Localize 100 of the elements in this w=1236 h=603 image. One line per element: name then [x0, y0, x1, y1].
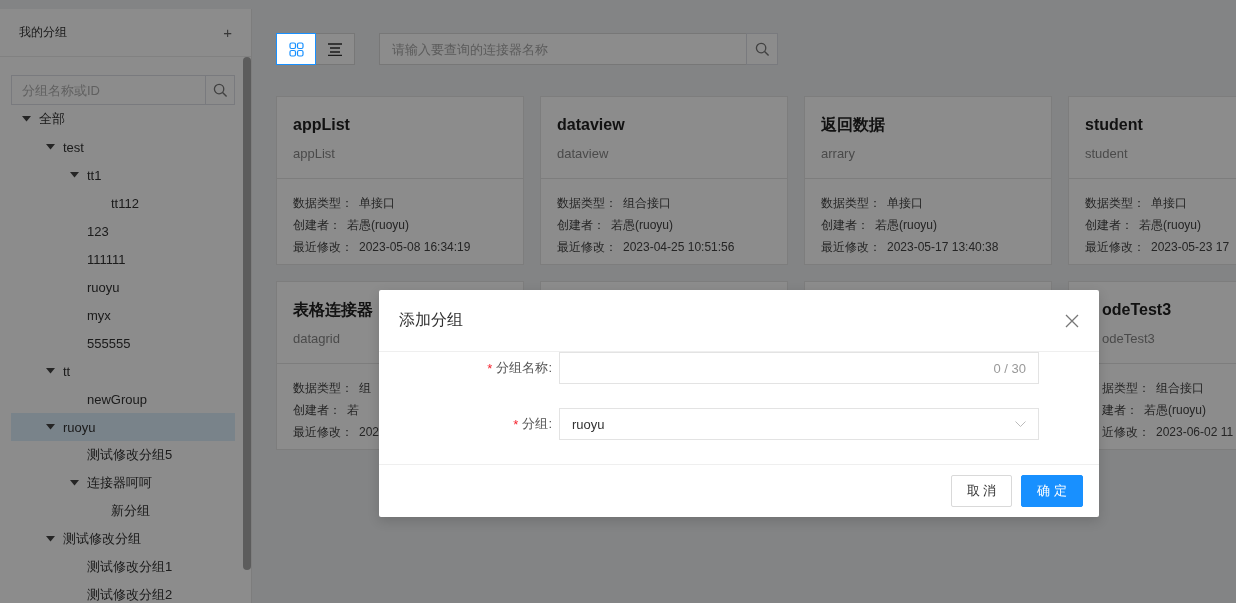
- field-value: 单接口: [359, 194, 395, 212]
- sidebar-title: 我的分组: [19, 24, 67, 41]
- tree-item[interactable]: 测试修改分组5: [11, 441, 235, 469]
- field-value: 2023-05-08 16:34:19: [359, 240, 471, 254]
- tree-item[interactable]: tt: [11, 357, 235, 385]
- field-value: 若愚(ruoyu): [875, 216, 937, 234]
- caret-down-icon[interactable]: [69, 172, 79, 178]
- caret-down-icon[interactable]: [45, 536, 55, 542]
- dialog-title: 添加分组: [399, 310, 463, 330]
- field-value: 2023-05-17 13:40:38: [887, 240, 999, 254]
- field-label: 据类型：: [1102, 379, 1150, 397]
- field-label: 数据类型：: [293, 379, 353, 397]
- confirm-button[interactable]: 确 定: [1021, 475, 1083, 507]
- tree-item[interactable]: 新分组: [11, 497, 235, 525]
- field-value: 单接口: [887, 194, 923, 212]
- tree-item[interactable]: 连接器呵呵: [11, 469, 235, 497]
- list-view-button[interactable]: [315, 33, 355, 65]
- field-label: 数据类型：: [821, 194, 881, 212]
- grid-view-button[interactable]: [276, 33, 316, 65]
- card-title: dataview: [557, 115, 625, 135]
- card-subtitle: dataview: [557, 146, 610, 162]
- field-label: 最近修改：: [1085, 238, 1145, 256]
- tree-item[interactable]: newGroup: [11, 385, 235, 413]
- field-value: 若愚(ruoyu): [1139, 216, 1201, 234]
- field-label: 数据类型：: [293, 194, 353, 212]
- field-label: 数据类型：: [1085, 194, 1145, 212]
- caret-down-icon[interactable]: [45, 424, 55, 430]
- form-label: 分组:: [522, 415, 552, 433]
- field-label: 建者：: [1102, 401, 1138, 419]
- connector-card[interactable]: student student 数据类型： 单接口 创建者： 若愚(ruoyu) 最近修改： 2023-05-23 17: [1068, 96, 1236, 265]
- tree-item[interactable]: 测试修改分组: [11, 525, 235, 553]
- list-icon: [328, 42, 342, 56]
- tree-item[interactable]: tt112: [11, 189, 235, 217]
- field-value: 若愚(ruoyu): [347, 216, 409, 234]
- tree-item[interactable]: 111111: [11, 245, 235, 273]
- card-title: odeTest3: [1102, 300, 1172, 320]
- field-label: 创建者：: [293, 216, 341, 234]
- field-label: 创建者：: [293, 401, 341, 419]
- tree-item[interactable]: tt1: [11, 161, 235, 189]
- grid-icon: [288, 41, 304, 57]
- field-value: 若愚(ruoyu): [611, 216, 673, 234]
- close-button[interactable]: [1065, 313, 1079, 328]
- tree-item[interactable]: 测试修改分组2: [11, 581, 235, 603]
- tree-item[interactable]: 全部: [11, 105, 235, 133]
- caret-down-icon[interactable]: [45, 144, 55, 150]
- connector-card[interactable]: 返回数据 arrary 数据类型： 单接口 创建者： 若愚(ruoyu) 最近修改： 2023-05-17 13:40:38: [804, 96, 1052, 265]
- card-title: appList: [293, 115, 350, 135]
- field-label: 最近修改：: [293, 238, 353, 256]
- caret-down-icon[interactable]: [69, 480, 79, 486]
- caret-down-icon[interactable]: [21, 116, 31, 122]
- form-label: 分组名称:: [496, 359, 552, 377]
- group-name-input[interactable]: 0 / 30: [559, 352, 1039, 384]
- field-value: 2023-04-25 10:51:56: [623, 240, 735, 254]
- add-group-button[interactable]: +: [223, 25, 232, 40]
- search-icon: [212, 82, 228, 98]
- search-icon: [754, 41, 770, 57]
- connector-card[interactable]: dataview dataview 数据类型： 组合接口 创建者： 若愚(ruoyu) 最近修改： 2023-04-25 10:51:56: [540, 96, 788, 265]
- tree-item[interactable]: test: [11, 133, 235, 161]
- field-value: 组: [359, 379, 371, 397]
- tree-item[interactable]: myx: [11, 301, 235, 329]
- field-label: 创建者：: [557, 216, 605, 234]
- field-value: 单接口: [1151, 194, 1187, 212]
- field-label: 创建者：: [1085, 216, 1133, 234]
- field-value: 组合接口: [623, 194, 671, 212]
- field-label: 数据类型：: [557, 194, 617, 212]
- field-value: 2023-06-02 11: [1156, 425, 1234, 439]
- field-label: 最近修改：: [821, 238, 881, 256]
- cancel-button[interactable]: 取 消: [950, 475, 1013, 507]
- field-value: 组合接口: [1156, 379, 1204, 397]
- group-select[interactable]: ruoyu: [559, 408, 1039, 440]
- tree-item[interactable]: 测试修改分组1: [11, 553, 235, 581]
- field-value: 若愚(ruoyu): [1144, 401, 1206, 419]
- card-subtitle: datagrid: [293, 331, 341, 347]
- card-subtitle: student: [1085, 146, 1129, 162]
- search-button[interactable]: [746, 33, 778, 65]
- connector-card[interactable]: appList appList 数据类型： 单接口 创建者： 若愚(ruoyu) 最近修改： 2023-05-08 16:34:19: [276, 96, 524, 265]
- field-label: 最近修改：: [557, 238, 617, 256]
- card-title: student: [1085, 115, 1143, 135]
- card-title: 返回数据: [821, 115, 885, 135]
- required-mark: *: [487, 360, 493, 376]
- field-label: 创建者：: [821, 216, 869, 234]
- tree-item[interactable]: ruoyu: [11, 413, 235, 441]
- field-value: 2023-05-23 17: [1151, 240, 1230, 254]
- card-title: 表格连接器: [293, 300, 373, 320]
- search-button[interactable]: [205, 75, 235, 105]
- field-label: 近修改：: [1102, 423, 1150, 441]
- tree-item[interactable]: 555555: [11, 329, 235, 357]
- char-counter: 0 / 30: [993, 360, 1026, 376]
- field-label: 最近修改：: [293, 423, 353, 441]
- tree-item[interactable]: ruoyu: [11, 273, 235, 301]
- card-subtitle: appList: [293, 146, 336, 162]
- card-subtitle: arrary: [821, 146, 856, 162]
- field-value: 202: [359, 425, 380, 439]
- caret-down-icon[interactable]: [45, 368, 55, 374]
- chevron-down-icon: [1015, 421, 1026, 427]
- scrollbar-thumb[interactable]: [243, 57, 251, 570]
- field-value: 若: [347, 401, 359, 419]
- required-mark: *: [513, 416, 519, 432]
- tree-item[interactable]: 123: [11, 217, 235, 245]
- card-subtitle: odeTest3: [1102, 331, 1156, 347]
